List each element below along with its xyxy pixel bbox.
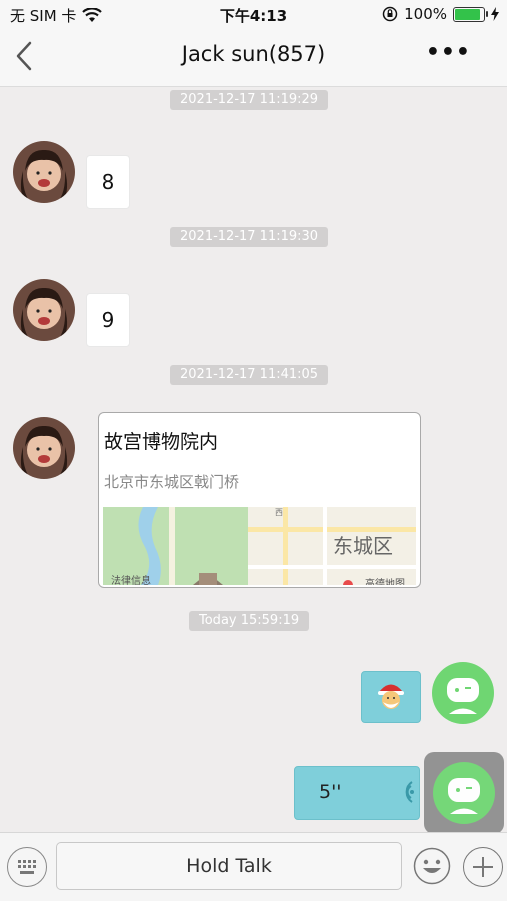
timestamp: 2021-12-17 11:41:05 xyxy=(170,365,329,385)
status-bar: 无 SIM 卡 下午4:13 100% xyxy=(0,0,507,28)
location-map-thumbnail: 东城区 西 法律信息 高德地图 xyxy=(103,507,416,585)
default-avatar-icon xyxy=(447,678,479,714)
input-bar: Hold Talk xyxy=(0,832,507,901)
voice-wave-icon xyxy=(405,781,414,803)
map-legal-label: 法律信息 xyxy=(111,574,151,585)
orientation-lock-icon xyxy=(382,6,398,22)
map-district-label: 东城区 xyxy=(333,534,393,558)
default-avatar-icon xyxy=(448,778,480,814)
contact-avatar-photo xyxy=(13,279,75,341)
voice-duration: 5'' xyxy=(319,781,342,803)
contact-avatar-photo xyxy=(13,417,75,479)
location-message[interactable]: 故宫博物院内 北京市东城区戟门桥 东城区 西 法律信息 高德地图 xyxy=(98,412,421,588)
timestamp: 2021-12-17 11:19:29 xyxy=(170,90,329,110)
keyboard-icon[interactable] xyxy=(7,847,47,887)
sent-emoji-bubble[interactable] xyxy=(361,671,421,723)
message-bubble[interactable]: 9 xyxy=(86,293,130,347)
avatar[interactable] xyxy=(13,141,75,203)
emoji-icon[interactable] xyxy=(413,847,451,885)
battery-fill xyxy=(455,8,480,20)
more-icon[interactable]: ••• xyxy=(426,40,471,65)
chat-header: Jack sun(857) ••• xyxy=(0,28,507,87)
charging-icon xyxy=(491,7,499,21)
avatar[interactable] xyxy=(13,279,75,341)
location-name: 故宫博物院内 xyxy=(104,431,219,453)
santa-emoji-icon xyxy=(378,684,404,709)
contact-avatar-photo xyxy=(13,141,75,203)
self-avatar[interactable] xyxy=(433,762,495,824)
map-road-label: 西 xyxy=(275,508,283,517)
message-bubble[interactable]: 8 xyxy=(86,155,130,209)
avatar[interactable] xyxy=(13,417,75,479)
hold-to-talk-button[interactable]: Hold Talk xyxy=(56,842,402,890)
plus-icon[interactable] xyxy=(463,847,503,887)
self-avatar[interactable] xyxy=(432,662,494,724)
map-provider-label: 高德地图 xyxy=(365,577,405,585)
battery-icon xyxy=(453,6,488,22)
timestamp: 2021-12-17 11:19:30 xyxy=(170,227,329,247)
timestamp: Today 15:59:19 xyxy=(189,611,310,631)
location-address: 北京市东城区戟门桥 xyxy=(104,473,240,491)
recording-overlay xyxy=(424,752,504,834)
battery-percent: 100% xyxy=(404,5,447,23)
